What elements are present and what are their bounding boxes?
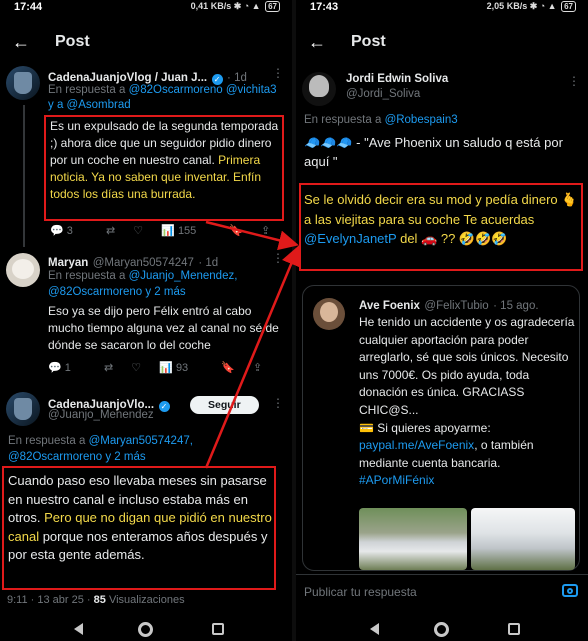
arrow-line-1: [205, 220, 299, 251]
annotation-arrows: [204, 220, 301, 469]
arrow-line-2: [204, 245, 301, 469]
